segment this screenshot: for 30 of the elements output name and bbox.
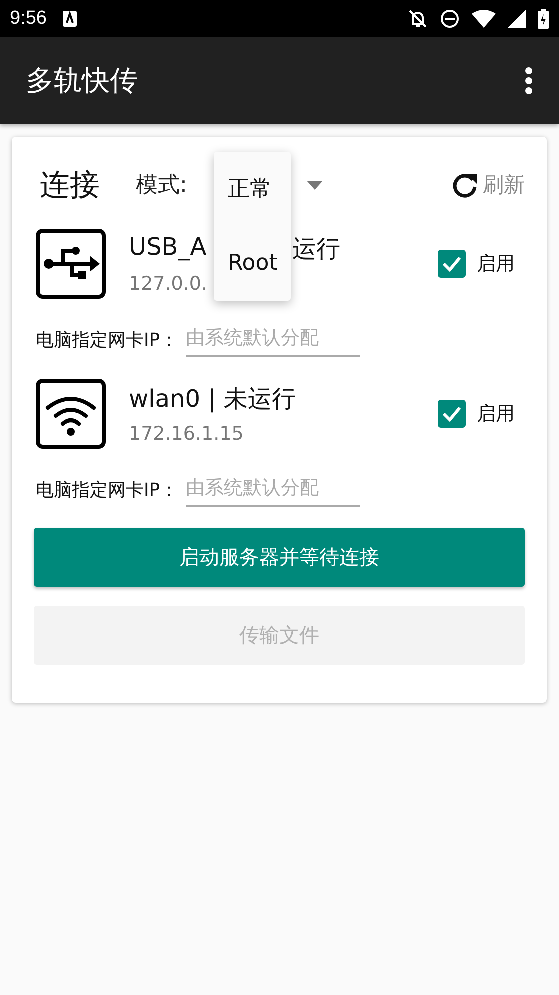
device-ip: 172.16.1.15	[129, 423, 245, 445]
device-status: 运行	[292, 234, 341, 265]
battery-icon	[538, 8, 549, 28]
refresh-button[interactable]: 刷新	[451, 171, 525, 199]
bell-off-icon	[408, 8, 428, 28]
enable-label: 启用	[477, 402, 515, 427]
enable-label: 启用	[477, 252, 515, 277]
wifi-icon	[36, 379, 106, 449]
enable-checkbox[interactable]: 启用	[438, 400, 515, 428]
menu-item[interactable]: Root	[214, 226, 291, 301]
device-title: wlan0 | 未运行	[129, 384, 296, 415]
card-title: 连接	[40, 166, 100, 204]
dropdown-caret-icon[interactable]	[307, 180, 324, 190]
do-not-disturb-icon	[440, 8, 460, 28]
mode-label: 模式:	[136, 172, 188, 200]
ip-label: 电脑指定网卡IP：	[36, 329, 178, 352]
menu-item[interactable]: 正常	[214, 152, 291, 226]
keyboard-icon	[62, 10, 77, 26]
ip-label: 电脑指定网卡IP：	[36, 479, 178, 502]
enable-checkbox[interactable]: 启用	[438, 250, 515, 278]
cell-signal-icon	[508, 10, 526, 28]
device-ip: 127.0.0.	[129, 273, 209, 295]
refresh-icon	[451, 171, 479, 199]
primary-button[interactable]: 启动服务器并等待连接	[34, 528, 525, 587]
wifi-signal-icon	[472, 10, 496, 28]
app-title: 多轨快传	[26, 62, 138, 98]
more-menu-icon[interactable]	[525, 66, 533, 94]
usb-icon	[36, 229, 106, 299]
device-title: USB_A	[129, 233, 207, 263]
status-time: 9:56	[10, 8, 47, 30]
